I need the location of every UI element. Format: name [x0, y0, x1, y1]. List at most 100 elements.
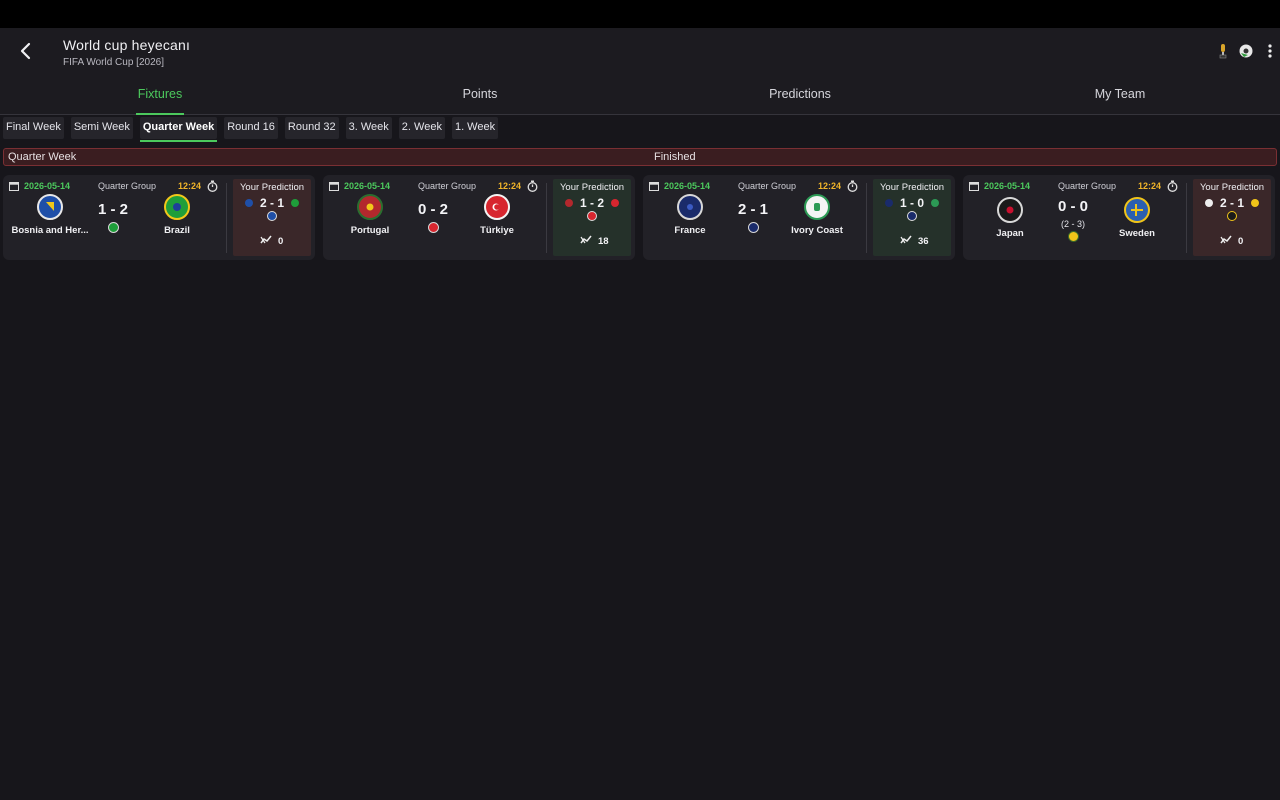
away-team-name: Sweden	[1119, 228, 1155, 239]
pred-winner-flag-icon	[587, 211, 597, 221]
tab-my-team[interactable]: My Team	[960, 74, 1280, 114]
tab-predictions[interactable]: Predictions	[640, 74, 960, 114]
week-chip-1[interactable]: 1. Week	[451, 117, 499, 139]
match-group: Quarter Group	[1058, 181, 1117, 191]
points-icon	[1220, 235, 1232, 244]
more-vert-icon[interactable]	[1261, 42, 1279, 60]
match-card[interactable]: 2026-05-14 Quarter Group 12:24 Bosnia an…	[3, 175, 315, 260]
tab-fixtures[interactable]: Fixtures	[0, 74, 320, 115]
points-icon	[580, 235, 592, 244]
match-card[interactable]: 2026-05-14 Quarter Group 12:24 Japan 0 -…	[963, 175, 1275, 260]
page-subtitle: FIFA World Cup [2026]	[63, 57, 164, 68]
week-chip-final[interactable]: Final Week	[3, 117, 64, 139]
match-group: Quarter Group	[738, 181, 797, 191]
prediction-title: Your Prediction	[239, 182, 305, 193]
prediction-box[interactable]: Your Prediction 2 - 1 0	[1193, 179, 1271, 256]
week-chip-round-16[interactable]: Round 16	[224, 117, 278, 139]
home-flag-icon	[37, 194, 63, 220]
back-button[interactable]	[12, 38, 38, 64]
group-name: Quarter Week	[8, 151, 77, 163]
winner-flag-icon	[108, 222, 119, 233]
prediction-box[interactable]: Your Prediction 2 - 1 0	[233, 179, 311, 256]
away-team-name: Brazil	[164, 225, 190, 236]
match-score: 0 - 0	[1057, 198, 1088, 215]
prediction-title: Your Prediction	[1199, 182, 1265, 193]
stopwatch-icon	[207, 180, 218, 192]
week-chip-2[interactable]: 2. Week	[398, 117, 445, 139]
pred-away-flag-icon	[611, 199, 619, 207]
match-date: 2026-05-14	[664, 181, 711, 191]
calendar-icon	[329, 182, 339, 191]
pred-away-flag-icon	[1251, 199, 1259, 207]
week-chip-quarter[interactable]: Quarter Week	[139, 117, 218, 142]
winner-flag-icon	[1068, 231, 1079, 242]
match-date: 2026-05-14	[984, 181, 1031, 191]
pred-winner-flag-icon	[907, 211, 917, 221]
away-team-name: Türkiye	[480, 225, 514, 236]
away-flag-icon	[484, 194, 510, 220]
prediction-points: 18	[598, 236, 609, 247]
home-team-name: Japan	[996, 228, 1024, 239]
prediction-points: 36	[918, 236, 929, 247]
match-score: 1 - 2	[97, 201, 128, 218]
calendar-icon	[649, 182, 659, 191]
card-divider	[546, 183, 547, 253]
stopwatch-icon	[1167, 180, 1178, 192]
prediction-score: 2 - 1	[259, 196, 284, 210]
prediction-box[interactable]: Your Prediction 1 - 0 36	[873, 179, 951, 256]
prediction-score: 1 - 2	[579, 196, 604, 210]
points-icon	[900, 235, 912, 244]
week-chip-3[interactable]: 3. Week	[345, 117, 392, 139]
match-score: 0 - 2	[417, 201, 448, 218]
match-card[interactable]: 2026-05-14 Quarter Group 12:24 France 2 …	[643, 175, 955, 260]
match-group: Quarter Group	[98, 181, 157, 191]
home-flag-icon	[997, 197, 1023, 223]
pred-away-flag-icon	[291, 199, 299, 207]
away-flag-icon	[164, 194, 190, 220]
stopwatch-icon	[847, 180, 858, 192]
week-chip-semi[interactable]: Semi Week	[70, 117, 133, 139]
card-divider	[866, 183, 867, 253]
prediction-title: Your Prediction	[559, 182, 625, 193]
calendar-icon	[969, 182, 979, 191]
main-tabs: Fixtures Points Predictions My Team	[0, 74, 1280, 115]
match-date: 2026-05-14	[344, 181, 391, 191]
points-icon	[260, 235, 272, 244]
prediction-box[interactable]: Your Prediction 1 - 2 18	[553, 179, 631, 256]
tab-points[interactable]: Points	[320, 74, 640, 114]
match-score: 2 - 1	[737, 201, 768, 218]
ball-icon[interactable]	[1237, 42, 1255, 60]
back-arrow-icon	[20, 42, 31, 60]
trophy-icon[interactable]	[1214, 42, 1232, 60]
match-card[interactable]: 2026-05-14 Quarter Group 12:24 Portugal …	[323, 175, 635, 260]
prediction-points: 0	[278, 236, 284, 247]
winner-flag-icon	[428, 222, 439, 233]
page-title: World cup heyecanı	[63, 37, 191, 53]
card-divider	[226, 183, 227, 253]
home-flag-icon	[357, 194, 383, 220]
away-flag-icon	[1124, 197, 1150, 223]
winner-flag-icon	[748, 222, 759, 233]
pred-winner-flag-icon	[1227, 211, 1237, 221]
match-time: 12:24	[498, 181, 522, 191]
penalty-score: (2 - 3)	[1060, 219, 1085, 229]
pred-away-flag-icon	[931, 199, 939, 207]
status-bar	[0, 0, 1280, 28]
match-time: 12:24	[818, 181, 842, 191]
group-status: Finished	[654, 151, 696, 163]
prediction-score: 1 - 0	[899, 196, 924, 210]
card-divider	[1186, 183, 1187, 253]
home-team-name: Bosnia and Her...	[11, 225, 89, 236]
week-chip-round-32[interactable]: Round 32	[284, 117, 339, 139]
match-time: 12:24	[178, 181, 202, 191]
away-team-name: Ivory Coast	[791, 225, 843, 236]
match-time: 12:24	[1138, 181, 1162, 191]
prediction-points: 0	[1238, 236, 1244, 247]
week-selector: Final Week Semi Week Quarter Week Round …	[3, 117, 499, 142]
home-team-name: France	[674, 225, 706, 236]
match-group: Quarter Group	[418, 181, 477, 191]
group-header: Quarter Week Finished	[3, 148, 1277, 166]
match-date: 2026-05-14	[24, 181, 71, 191]
home-team-name: Portugal	[350, 225, 390, 236]
home-flag-icon	[677, 194, 703, 220]
